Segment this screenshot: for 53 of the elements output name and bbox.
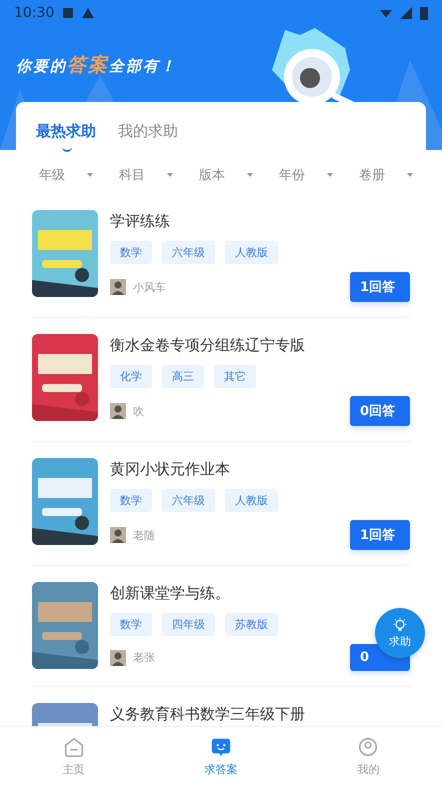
question-title[interactable]: 黄冈小状元作业本 [110,460,410,479]
avatar-icon [110,527,126,543]
lightbulb-icon [392,618,408,634]
battery-icon [420,6,428,20]
profile-icon [357,736,380,758]
avatar-icon [110,403,126,419]
caret-icon [247,173,253,177]
question-title[interactable]: 创新课堂学与练。 [110,584,410,603]
nav-tab[interactable]: 我的 [294,727,442,785]
warning-icon [82,7,94,19]
tag: 数学 [110,613,152,636]
answers-button[interactable]: 1回答 [350,272,410,302]
nav-tab[interactable]: 求答案 [147,727,295,785]
tag: 人教版 [225,489,278,512]
caret-icon [87,173,93,177]
home-icon [62,736,85,758]
tag: 数学 [110,241,152,264]
avatar-icon [110,279,126,295]
tag: 其它 [214,365,256,388]
status-time: 10:30 [14,5,54,21]
caret-icon [327,173,333,177]
tag: 高三 [162,365,204,388]
wifi-icon [380,7,392,19]
filter-dropdown[interactable]: 年级 [26,160,106,190]
nav-tab[interactable]: 主页 [0,727,148,785]
question-title[interactable]: 衡水金卷专项分组练辽宁专版 [110,336,410,355]
filter-dropdown[interactable]: 年份 [266,160,346,190]
question-title[interactable]: 学评练练 [110,212,410,231]
answers-button[interactable]: 0回答 [350,396,410,426]
tag: 化学 [110,365,152,388]
tag: 六年级 [162,241,215,264]
tag: 人教版 [225,241,278,264]
user-name: 老张 [133,650,155,665]
tab[interactable]: 最热求助 [36,120,96,154]
user-name: 老随 [133,528,155,542]
tag: 苏教版 [225,613,278,636]
caret-icon [407,173,413,177]
filter-dropdown[interactable]: 科目 [106,160,186,190]
tab[interactable]: 我的求助 [118,120,178,154]
question-title[interactable]: 义务教育科书数学三年级下册 [110,705,410,724]
signal-icon [400,7,412,19]
filter-dropdown[interactable]: 版本 [186,160,266,190]
avatar-icon [110,650,126,666]
slogan: 你要的答案全部有！ [16,53,178,78]
caret-icon [167,173,173,177]
filter-dropdown[interactable]: 卷册 [346,160,426,190]
tag: 六年级 [162,489,215,512]
tag: 数学 [110,489,152,512]
answers-button[interactable]: 1回答 [350,520,410,550]
tag: 四年级 [162,613,215,636]
user-name: 吹 [133,404,144,418]
notification-icon [62,7,74,19]
user-name: 小风车 [133,280,166,294]
